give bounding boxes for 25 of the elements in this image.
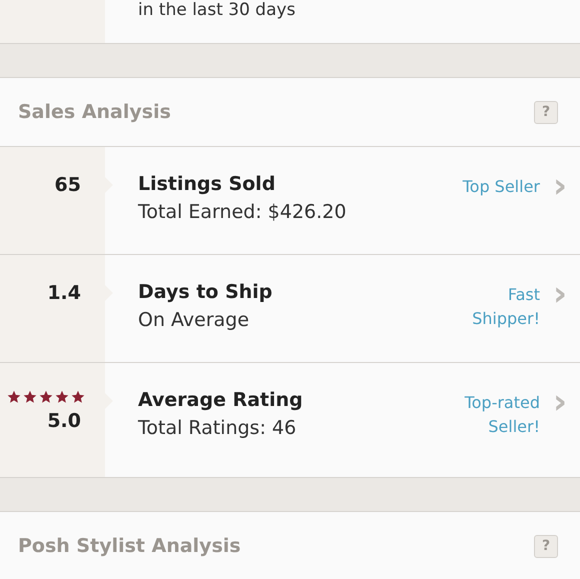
- stat-title: Listings Sold: [138, 173, 276, 195]
- stat-value: 5.0: [47, 410, 81, 432]
- section-title: Posh Stylist Analysis: [18, 535, 241, 557]
- stat-value: 65: [54, 174, 81, 196]
- chevron-icon[interactable]: ›: [540, 173, 580, 199]
- star-icon: [55, 390, 69, 404]
- badge-link[interactable]: Top-rated Seller!: [448, 391, 540, 439]
- badge-link[interactable]: Fast Shipper!: [448, 283, 540, 331]
- stat-subtitle: Total Ratings: 46: [138, 417, 298, 439]
- section-title: Sales Analysis: [18, 101, 171, 123]
- star-icon: [23, 390, 37, 404]
- help-button[interactable]: ?: [534, 534, 558, 558]
- caption-text: in the last 30 days: [138, 2, 296, 18]
- stat-title: Average Rating: [138, 389, 304, 411]
- badge-link[interactable]: Top Seller: [448, 175, 540, 199]
- stat-subtitle: Total Earned: $426.20: [138, 201, 348, 223]
- star-icon: [71, 390, 85, 404]
- star-icon: [7, 390, 21, 404]
- chevron-icon[interactable]: ›: [540, 389, 580, 415]
- star-icon: [39, 390, 53, 404]
- stat-value: 1.4: [47, 282, 81, 304]
- stat-subtitle: On Average: [138, 309, 250, 331]
- chevron-icon[interactable]: ›: [540, 281, 580, 307]
- help-button[interactable]: ?: [534, 100, 558, 124]
- stat-title: Days to Ship: [138, 281, 274, 303]
